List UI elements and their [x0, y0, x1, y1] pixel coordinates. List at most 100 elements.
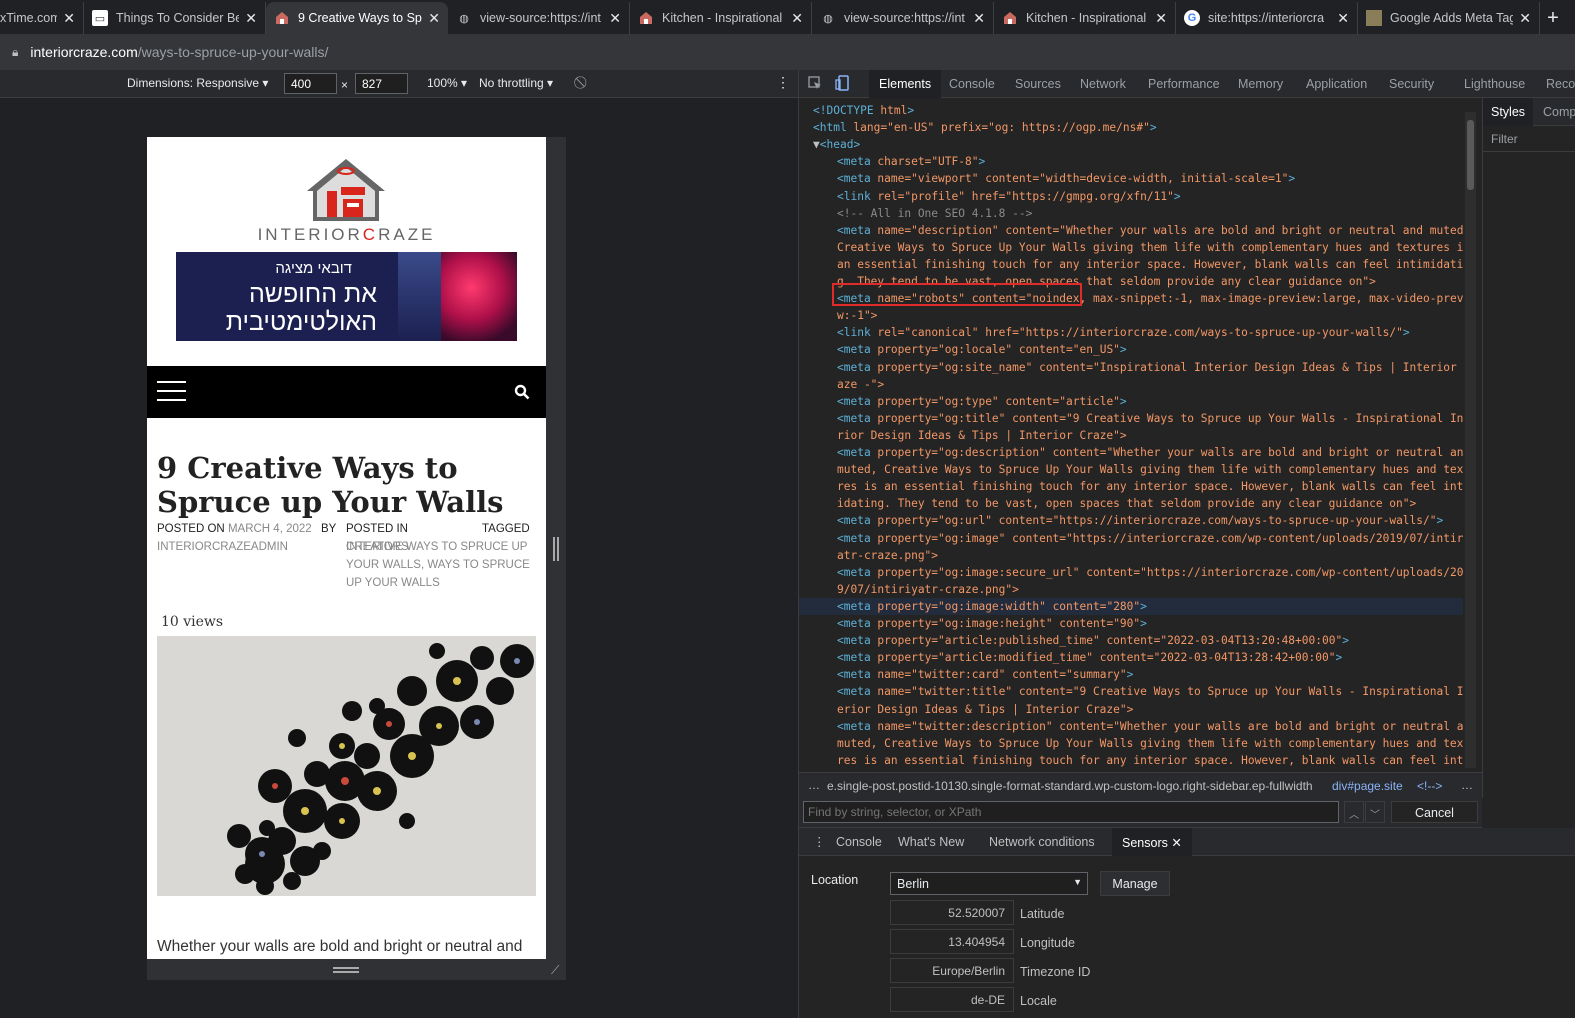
- throttling-dropdown[interactable]: No throttling ▾: [479, 76, 553, 90]
- tab-styles[interactable]: Styles: [1483, 98, 1534, 126]
- search-icon[interactable]: [514, 384, 530, 400]
- dom-tree-line[interactable]: erior Design Ideas & Tips | Interior Cra…: [799, 701, 1463, 718]
- site-logo-text[interactable]: INTERIORCRAZE: [147, 225, 546, 245]
- new-tab-icon[interactable]: +: [1540, 2, 1566, 34]
- dom-tree-line[interactable]: ▼<head>: [799, 136, 1463, 153]
- find-cancel-button[interactable]: Cancel: [1391, 801, 1478, 823]
- dom-tree-line[interactable]: <meta property="og:description" content=…: [799, 444, 1463, 461]
- tab-elements[interactable]: Elements: [869, 70, 942, 98]
- find-input[interactable]: [803, 801, 1339, 823]
- lock-icon[interactable]: 🔒︎: [12, 45, 18, 60]
- browser-tab[interactable]: Google Adds Meta Tag ✕: [1358, 2, 1540, 34]
- dom-tree-line[interactable]: <meta property="og:type" content="articl…: [799, 393, 1463, 410]
- device-toggle-icon[interactable]: [835, 75, 851, 94]
- tab-application[interactable]: Application: [1306, 77, 1367, 91]
- dom-tree-line[interactable]: <!DOCTYPE html>: [799, 102, 1463, 119]
- dom-tree-line[interactable]: <meta property="og:url" content="https:/…: [799, 512, 1463, 529]
- dom-tree-line[interactable]: <meta property="article:published_time" …: [799, 632, 1463, 649]
- address-bar[interactable]: 🔒︎ interiorcraze.com/ways-to-spruce-up-y…: [0, 34, 1575, 70]
- dom-tree-line[interactable]: <meta property="og:title" content="9 Cre…: [799, 410, 1463, 427]
- dom-tree-line[interactable]: atr-craze.png">: [799, 547, 1463, 564]
- close-tab-icon[interactable]: ✕: [791, 10, 803, 27]
- corner-resize-icon[interactable]: ⟋: [551, 963, 559, 978]
- browser-tab[interactable]: Gsite:https://interiorcra ✕: [1176, 2, 1358, 34]
- browser-tab[interactable]: ◍ view-source:https://int ✕: [812, 2, 994, 34]
- resize-handle-bottom[interactable]: ⟋: [147, 959, 559, 980]
- tab-performance[interactable]: Performance: [1148, 77, 1220, 91]
- close-drawer-tab-icon[interactable]: ✕: [1171, 836, 1181, 850]
- expand-triangle-icon[interactable]: ▼: [813, 138, 820, 151]
- dom-tree-line[interactable]: Creative Ways to Spruce Up Your Walls gi…: [799, 239, 1463, 256]
- close-tab-icon[interactable]: ✕: [1519, 10, 1531, 27]
- browser-tab[interactable]: ◍ view-source:https://int ✕: [448, 2, 630, 34]
- dom-tree-line[interactable]: res is an essential finishing touch for …: [799, 478, 1463, 495]
- zoom-dropdown[interactable]: 100% ▾: [427, 76, 467, 90]
- drawer-tab-network-conditions[interactable]: Network conditions: [989, 835, 1095, 849]
- dom-tree-line[interactable]: idating. They tend to be vast, open spac…: [799, 769, 1463, 770]
- browser-tab[interactable]: xTime.com ✕: [0, 2, 84, 34]
- width-input[interactable]: [284, 73, 337, 94]
- dom-tree-line[interactable]: <meta name="robots" content="noindex, ma…: [799, 290, 1463, 307]
- dom-tree-line[interactable]: <meta property="og:site_name" content="I…: [799, 359, 1463, 376]
- dom-tree-line[interactable]: <link rel="profile" href="https://gmpg.o…: [799, 188, 1463, 205]
- dom-tree-line[interactable]: <meta name="twitter:card" content="summa…: [799, 666, 1463, 683]
- tab-recorder[interactable]: Reco: [1546, 77, 1575, 91]
- location-select[interactable]: Berlin ▼: [890, 872, 1088, 895]
- latitude-input[interactable]: 52.520007: [890, 900, 1014, 925]
- more-options-icon[interactable]: ⋮: [776, 74, 790, 91]
- close-tab-icon[interactable]: ✕: [245, 10, 257, 27]
- dom-tree-line[interactable]: <meta property="og:locale" content="en_U…: [799, 341, 1463, 358]
- dom-tree-line[interactable]: <meta name="description" content="Whethe…: [799, 222, 1463, 239]
- dom-tree-line[interactable]: aze -">: [799, 376, 1463, 393]
- browser-tab[interactable]: Kitchen - Inspirational ✕: [994, 2, 1176, 34]
- dimensions-dropdown[interactable]: Dimensions: Responsive ▾: [127, 76, 268, 90]
- breadcrumb-body[interactable]: e.single-post.postid-10130.single-format…: [827, 779, 1313, 793]
- dom-tree-line[interactable]: w:-1">: [799, 307, 1463, 324]
- tab-security[interactable]: Security: [1389, 77, 1434, 91]
- dom-tree-scrollbar[interactable]: [1465, 112, 1476, 768]
- url-text[interactable]: interiorcraze.com/ways-to-spruce-up-your…: [30, 44, 328, 60]
- close-tab-icon[interactable]: ✕: [973, 10, 985, 27]
- dom-tree-line[interactable]: <meta property="og:image:secure_url" con…: [799, 564, 1463, 581]
- breadcrumb-comment[interactable]: <!-->: [1417, 779, 1442, 793]
- browser-tab[interactable]: ▭ Things To Consider Be ✕: [84, 2, 266, 34]
- dom-tree-line[interactable]: an essential finishing touch for any int…: [799, 256, 1463, 273]
- dom-tree-line[interactable]: <meta property="og:image" content="https…: [799, 530, 1463, 547]
- drawer-tab-whats-new[interactable]: What's New: [898, 835, 964, 849]
- close-tab-icon[interactable]: ✕: [63, 10, 75, 27]
- drawer-tab-console[interactable]: Console: [836, 835, 882, 849]
- dom-tree-line[interactable]: <meta property="og:image:width" content=…: [799, 597, 1463, 615]
- ad-banner[interactable]: דובאי מציגה את החופשה האולטימטיבית: [176, 252, 517, 341]
- dom-tree-line[interactable]: <meta name="viewport" content="width=dev…: [799, 170, 1463, 187]
- inspect-element-icon[interactable]: [808, 76, 822, 93]
- tab-sources[interactable]: Sources: [1015, 77, 1061, 91]
- tab-memory[interactable]: Memory: [1238, 77, 1283, 91]
- timezone-input[interactable]: Europe/Berlin: [890, 958, 1014, 983]
- hamburger-menu-icon[interactable]: [157, 381, 186, 401]
- drawer-menu-icon[interactable]: ⋮: [813, 834, 826, 849]
- dom-tree-line[interactable]: <html lang="en-US" prefix="og: https://o…: [799, 119, 1463, 136]
- dom-tree-line[interactable]: 9/07/intiriyatr-craze.png">: [799, 581, 1463, 598]
- tab-console[interactable]: Console: [949, 77, 995, 91]
- locale-input[interactable]: de-DE: [890, 987, 1014, 1012]
- browser-tab[interactable]: Kitchen - Inspirational ✕: [630, 2, 812, 34]
- browser-tab-active[interactable]: 9 Creative Ways to Spr ✕: [266, 2, 448, 34]
- breadcrumb-more-icon[interactable]: …: [808, 778, 820, 792]
- resize-handle-right[interactable]: [546, 137, 566, 980]
- breadcrumb-div-page[interactable]: div#page.site: [1332, 779, 1403, 793]
- post-date-link[interactable]: MARCH 4, 2022: [228, 523, 312, 535]
- dom-tree-line[interactable]: <meta name="twitter:title" content="9 Cr…: [799, 683, 1463, 700]
- tab-computed[interactable]: Comp: [1543, 105, 1575, 119]
- breadcrumb-more-icon[interactable]: …: [1461, 778, 1473, 792]
- tab-lighthouse[interactable]: Lighthouse: [1464, 77, 1525, 91]
- dom-tree-line[interactable]: rior Design Ideas & Tips | Interior Craz…: [799, 427, 1463, 444]
- find-prev-icon[interactable]: ︿: [1344, 801, 1364, 823]
- article-image-vinyl-records[interactable]: [157, 636, 536, 896]
- dom-tree-line[interactable]: idating. They tend to be vast, open spac…: [799, 495, 1463, 512]
- dom-tree-line[interactable]: <meta charset="UTF-8">: [799, 153, 1463, 170]
- manage-locations-button[interactable]: Manage: [1100, 871, 1170, 896]
- elements-dom-tree[interactable]: <!DOCTYPE html> <html lang="en-US" prefix…: [799, 98, 1463, 770]
- dom-tree-line[interactable]: <meta property="og:image:height" content…: [799, 615, 1463, 632]
- close-tab-icon[interactable]: ✕: [609, 10, 621, 27]
- dom-tree-line[interactable]: muted, Creative Ways to Spruce Up Your W…: [799, 735, 1463, 752]
